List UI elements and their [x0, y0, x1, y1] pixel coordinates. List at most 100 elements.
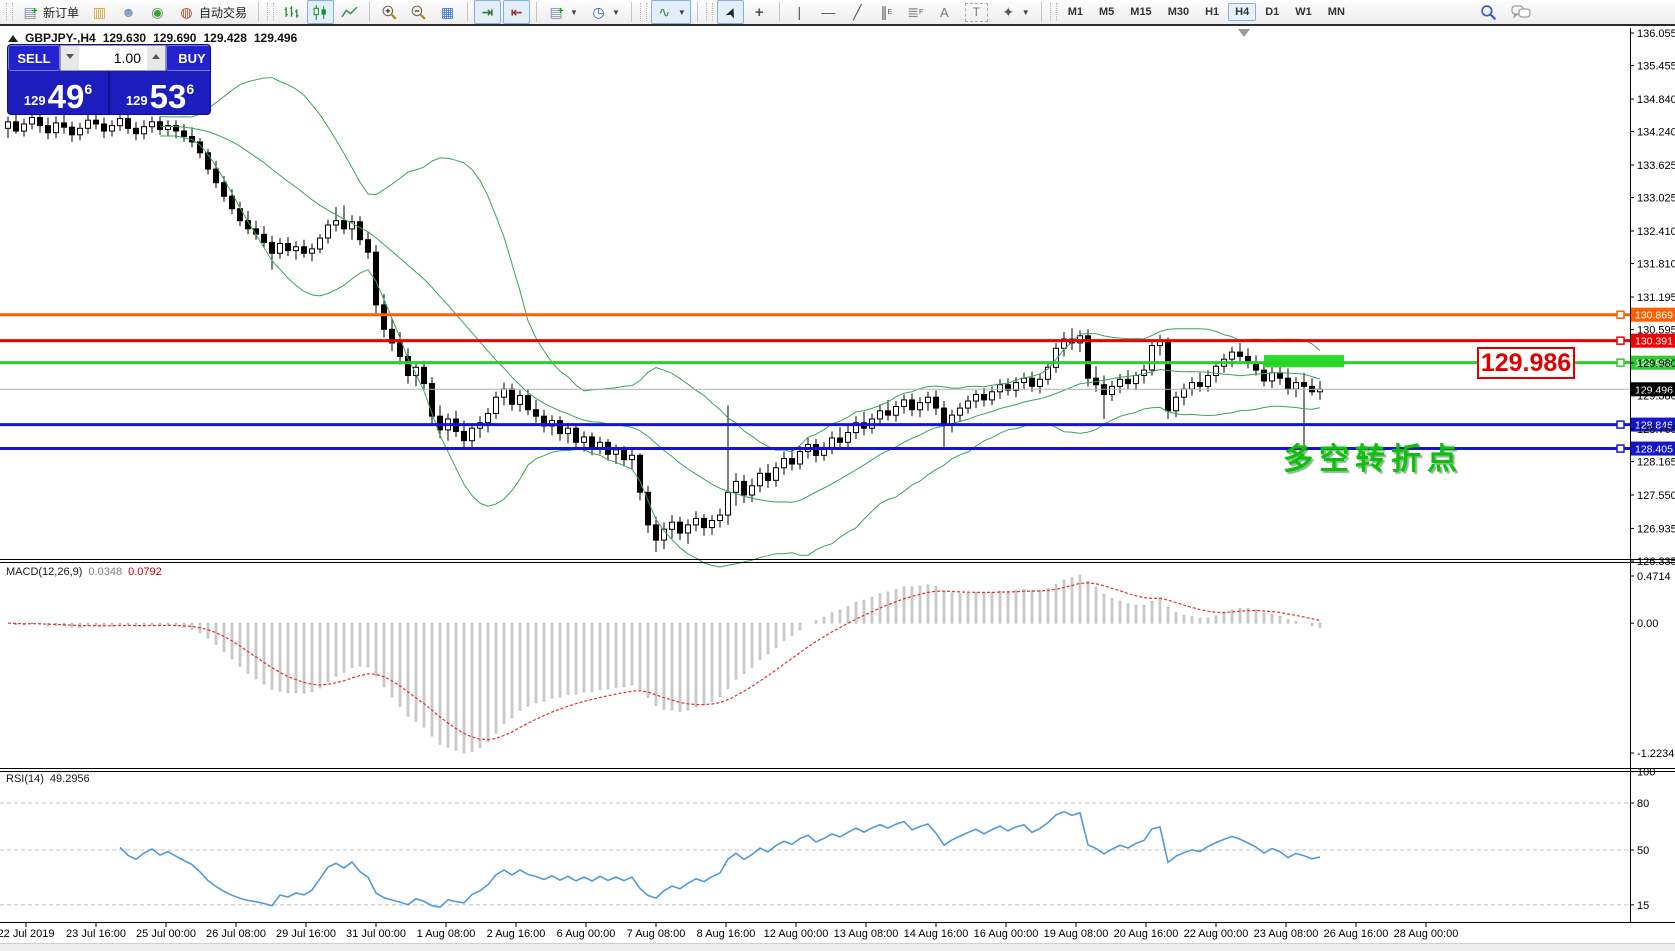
- toolbar-grip[interactable]: [6, 3, 13, 21]
- timeframe-M30[interactable]: M30: [1161, 3, 1196, 21]
- tile-windows-button[interactable]: ▦: [434, 0, 461, 24]
- hline-130.391[interactable]: 130.391: [0, 334, 1675, 348]
- chat-icon[interactable]: [1511, 4, 1531, 20]
- line-chart-button[interactable]: [336, 0, 363, 24]
- channel-button[interactable]: ∥E: [873, 0, 900, 24]
- svg-text:16 Aug 00:00: 16 Aug 00:00: [974, 928, 1039, 940]
- svg-text:0.4714: 0.4714: [1637, 571, 1671, 583]
- cursor-button[interactable]: ➤: [717, 0, 744, 24]
- symbol-ohlc-header: GBPJPY-,H4 129.630 129.690 129.428 129.4…: [8, 31, 297, 45]
- chart-shift-button[interactable]: ⇤: [503, 0, 530, 24]
- svg-text:133.025: 133.025: [1637, 193, 1675, 205]
- timeframe-D1[interactable]: D1: [1258, 3, 1286, 21]
- svg-text:19 Aug 08:00: 19 Aug 08:00: [1044, 928, 1109, 940]
- fibonacci-button[interactable]: ≣F: [902, 0, 929, 24]
- svg-text:134.240: 134.240: [1637, 127, 1675, 139]
- svg-text:14 Aug 16:00: 14 Aug 16:00: [904, 928, 969, 940]
- sell-price-prefix: 129: [24, 93, 46, 108]
- volume-input[interactable]: [79, 46, 147, 70]
- zoom-out-button[interactable]: [405, 0, 432, 24]
- svg-text:50: 50: [1637, 845, 1649, 857]
- new-order-button[interactable]: ▤+ 新订单: [17, 0, 84, 24]
- svg-text:2 Aug 16:00: 2 Aug 16:00: [487, 928, 546, 940]
- price-callout-box[interactable]: 129.986: [1477, 347, 1575, 379]
- timeframe-group: M1M5M15M30H1H4D1W1MN: [1061, 3, 1352, 21]
- svg-text:23 Aug 08:00: 23 Aug 08:00: [1254, 928, 1319, 940]
- hline-129.986[interactable]: 129.986: [0, 356, 1675, 370]
- new-chart-button[interactable]: ▤+▼: [543, 0, 583, 24]
- timeframe-W1[interactable]: W1: [1288, 3, 1319, 21]
- volume-decrease-button[interactable]: [61, 46, 79, 70]
- search-icon[interactable]: [1480, 4, 1497, 21]
- svg-text:136.055: 136.055: [1637, 28, 1675, 40]
- auto-trading-button[interactable]: ◍ 自动交易: [173, 0, 252, 24]
- text-button[interactable]: A: [931, 0, 958, 24]
- hline-128.846[interactable]: 128.846: [0, 418, 1675, 432]
- market-watch-button[interactable]: ▥: [86, 0, 113, 24]
- autotrading-icon: ◍: [178, 4, 195, 21]
- auto-scroll-button[interactable]: ⇥: [474, 0, 501, 24]
- toolbar: ▤+ 新订单 ▥ ☻ ◉ ◍ 自动交易 ▦ ⇥ ⇤ ▤+▼: [0, 0, 1675, 26]
- svg-text:-1.2234: -1.2234: [1637, 748, 1674, 760]
- hline-130.869[interactable]: 130.869: [0, 308, 1675, 322]
- indicators-button[interactable]: ∿▼: [651, 0, 691, 24]
- open-value: 129.630: [103, 31, 146, 45]
- horizontal-line-button[interactable]: —: [815, 0, 842, 24]
- auto-trading-label: 自动交易: [199, 4, 247, 21]
- crosshair-icon: +: [751, 4, 768, 21]
- signals-button[interactable]: ◉: [144, 0, 171, 24]
- svg-text:23 Jul 16:00: 23 Jul 16:00: [66, 928, 126, 940]
- timeframe-MN[interactable]: MN: [1321, 3, 1352, 21]
- sell-price-pip: 6: [84, 81, 92, 97]
- timeframe-M15[interactable]: M15: [1123, 3, 1158, 21]
- collapse-panel-arrow-icon[interactable]: [8, 35, 18, 42]
- text-label-button[interactable]: T: [960, 0, 993, 24]
- arrows-button[interactable]: ✦▼: [995, 0, 1035, 24]
- timeframe-H1[interactable]: H1: [1198, 3, 1226, 21]
- profiles-button[interactable]: ☻: [115, 0, 142, 24]
- svg-text:132.410: 132.410: [1637, 226, 1675, 238]
- volume-increase-button[interactable]: [147, 46, 165, 70]
- timeframe-H4[interactable]: H4: [1228, 3, 1256, 21]
- new-order-icon: ▤+: [22, 4, 39, 21]
- rsi-value: 49.2956: [50, 773, 90, 785]
- sell-price-display[interactable]: 129 49 6: [8, 71, 108, 114]
- symbol-name: GBPJPY-,H4: [25, 31, 96, 45]
- vertical-line-button[interactable]: |: [786, 0, 813, 24]
- sell-button[interactable]: SELL: [8, 45, 60, 71]
- timeframe-M1[interactable]: M1: [1061, 3, 1090, 21]
- candlestick-series: [6, 108, 1323, 552]
- svg-text:130.595: 130.595: [1637, 325, 1675, 337]
- timeframe-M5[interactable]: M5: [1092, 3, 1121, 21]
- svg-text:135.455: 135.455: [1637, 61, 1675, 73]
- rsi-panel: 100805015: [0, 767, 1655, 912]
- svg-text:8 Aug 16:00: 8 Aug 16:00: [697, 928, 756, 940]
- svg-text:133.625: 133.625: [1637, 160, 1675, 172]
- svg-text:29 Jul 16:00: 29 Jul 16:00: [276, 928, 336, 940]
- svg-text:13 Aug 08:00: 13 Aug 08:00: [834, 928, 899, 940]
- sell-price-big: 49: [48, 83, 85, 111]
- low-value: 129.428: [203, 31, 246, 45]
- svg-text:126.935: 126.935: [1637, 523, 1675, 535]
- svg-text:6 Aug 00:00: 6 Aug 00:00: [557, 928, 616, 940]
- chart-shift-marker-icon[interactable]: [1238, 29, 1250, 37]
- svg-text:134.840: 134.840: [1637, 94, 1675, 106]
- svg-text:25 Jul 00:00: 25 Jul 00:00: [136, 928, 196, 940]
- candlestick-chart-button[interactable]: [307, 0, 334, 24]
- clock-icon: ◷: [590, 4, 607, 21]
- bar-chart-button[interactable]: [278, 0, 305, 24]
- buy-price-display[interactable]: 129 53 6: [110, 71, 210, 114]
- svg-text:15: 15: [1637, 900, 1649, 912]
- text-icon: A: [936, 4, 953, 21]
- signal-icon: ◉: [149, 4, 166, 21]
- crosshair-button[interactable]: +: [746, 0, 773, 24]
- candlestick-chart-icon: [312, 4, 329, 21]
- periods-button[interactable]: ◷▼: [585, 0, 625, 24]
- zoom-out-icon: [410, 4, 427, 21]
- buy-price-prefix: 129: [126, 93, 148, 108]
- svg-text:130.869: 130.869: [1635, 310, 1673, 322]
- buy-button[interactable]: BUY: [166, 45, 210, 71]
- zoom-in-button[interactable]: [376, 0, 403, 24]
- trendline-button[interactable]: ╱: [844, 0, 871, 24]
- svg-text:7 Aug 08:00: 7 Aug 08:00: [627, 928, 686, 940]
